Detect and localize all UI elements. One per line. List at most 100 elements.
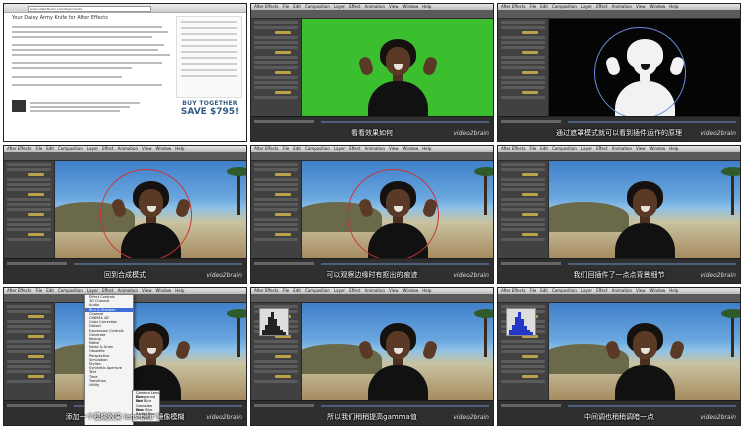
- menu-item-1[interactable]: File: [529, 146, 536, 151]
- menu-item-3[interactable]: Composition: [552, 4, 577, 9]
- levels-histogram[interactable]: [259, 308, 289, 336]
- menu-item-5[interactable]: Effect: [102, 288, 114, 293]
- menu-item-5[interactable]: Effect: [102, 146, 114, 151]
- menu-item-3[interactable]: Composition: [305, 146, 330, 151]
- menu-item-5[interactable]: Effect: [596, 288, 608, 293]
- menu-item-2[interactable]: Edit: [293, 288, 301, 293]
- menu-item-2[interactable]: Edit: [46, 146, 54, 151]
- composition-viewer[interactable]: [549, 303, 740, 401]
- layer-duration-bar[interactable]: [568, 121, 736, 123]
- menu-item-5[interactable]: Effect: [596, 4, 608, 9]
- address-bar[interactable]: www.video2brain.com/de/products: [28, 6, 151, 12]
- menu-item-6[interactable]: Animation: [365, 288, 385, 293]
- menu-item-5[interactable]: Effect: [349, 4, 361, 9]
- menu-item-9[interactable]: Help: [669, 288, 678, 293]
- menu-item-1[interactable]: File: [35, 146, 42, 151]
- layer-duration-bar[interactable]: [321, 121, 489, 123]
- menu-item-9[interactable]: Help: [422, 288, 431, 293]
- effect-controls-panel[interactable]: [251, 19, 302, 117]
- menu-item-2[interactable]: Edit: [540, 288, 548, 293]
- menu-item-6[interactable]: Animation: [365, 146, 385, 151]
- menu-item-7[interactable]: View: [142, 146, 152, 151]
- composition-viewer[interactable]: [549, 161, 740, 259]
- menu-item-6[interactable]: Animation: [612, 146, 632, 151]
- menu-item-7[interactable]: View: [389, 4, 399, 9]
- menu-item-7[interactable]: View: [636, 4, 646, 9]
- effect-menu-item[interactable]: Utility: [85, 383, 133, 387]
- menu-item-8[interactable]: Window: [156, 146, 172, 151]
- tools-toolbar[interactable]: [251, 294, 493, 309]
- menu-item-3[interactable]: Composition: [305, 288, 330, 293]
- menu-item-3[interactable]: Composition: [552, 288, 577, 293]
- menu-item-1[interactable]: File: [282, 146, 289, 151]
- tools-toolbar[interactable]: [251, 152, 493, 167]
- layer-duration-bar[interactable]: [74, 263, 242, 265]
- layer-duration-bar[interactable]: [321, 263, 489, 265]
- menu-item-0[interactable]: After Effects: [254, 4, 278, 9]
- effect-menu[interactable]: Effect Controls 3D Channel Audio Blur & Sha…: [84, 294, 134, 425]
- menu-item-8[interactable]: Window: [403, 146, 419, 151]
- menu-item-0[interactable]: After Effects: [254, 288, 278, 293]
- menu-item-8[interactable]: Window: [403, 4, 419, 9]
- menu-item-2[interactable]: Edit: [293, 4, 301, 9]
- mask-outline[interactable]: [594, 27, 686, 117]
- menu-item-6[interactable]: Animation: [118, 146, 138, 151]
- menu-item-0[interactable]: After Effects: [7, 146, 31, 151]
- effect-controls-panel[interactable]: [498, 161, 549, 259]
- buy-together-banner[interactable]: BUY TOGETHER SAVE $795!: [176, 100, 244, 117]
- layer-duration-bar[interactable]: [321, 405, 489, 407]
- product-thumbnail[interactable]: [12, 100, 26, 112]
- tools-toolbar[interactable]: [498, 294, 740, 309]
- menu-item-1[interactable]: File: [529, 288, 536, 293]
- menu-item-0[interactable]: After Effects: [501, 288, 525, 293]
- levels-histogram[interactable]: [506, 308, 536, 336]
- menu-item-8[interactable]: Window: [650, 288, 666, 293]
- menu-item-4[interactable]: Layer: [87, 288, 98, 293]
- menu-item-5[interactable]: Effect: [349, 146, 361, 151]
- effect-controls-panel[interactable]: [251, 161, 302, 259]
- menu-item-5[interactable]: Effect: [596, 146, 608, 151]
- mask-outline[interactable]: [100, 169, 192, 259]
- menu-item-8[interactable]: Window: [403, 288, 419, 293]
- layer-duration-bar[interactable]: [568, 405, 736, 407]
- menu-item-3[interactable]: Composition: [552, 146, 577, 151]
- menu-item-6[interactable]: Animation: [365, 4, 385, 9]
- tools-toolbar[interactable]: [498, 10, 740, 25]
- tools-toolbar[interactable]: [251, 10, 493, 25]
- composition-viewer[interactable]: [302, 161, 493, 259]
- menu-item-6[interactable]: Animation: [118, 288, 138, 293]
- tools-toolbar[interactable]: [498, 152, 740, 167]
- menu-item-0[interactable]: After Effects: [501, 146, 525, 151]
- menu-item-7[interactable]: View: [636, 146, 646, 151]
- menu-item-1[interactable]: File: [35, 288, 42, 293]
- menu-item-4[interactable]: Layer: [581, 146, 592, 151]
- composition-viewer[interactable]: [55, 161, 246, 259]
- menu-item-5[interactable]: Effect: [349, 288, 361, 293]
- menu-item-2[interactable]: Edit: [46, 288, 54, 293]
- sidebar-links[interactable]: [176, 16, 242, 98]
- menu-item-7[interactable]: View: [142, 288, 152, 293]
- menu-item-4[interactable]: Layer: [334, 288, 345, 293]
- menu-item-2[interactable]: Edit: [540, 4, 548, 9]
- menu-item-9[interactable]: Help: [669, 146, 678, 151]
- menu-item-7[interactable]: View: [636, 288, 646, 293]
- menu-item-8[interactable]: Window: [156, 288, 172, 293]
- menu-item-4[interactable]: Layer: [581, 288, 592, 293]
- effect-controls-panel[interactable]: [498, 19, 549, 117]
- menu-item-1[interactable]: File: [529, 4, 536, 9]
- menu-item-3[interactable]: Composition: [305, 4, 330, 9]
- menu-item-0[interactable]: After Effects: [501, 4, 525, 9]
- menu-item-4[interactable]: Layer: [581, 4, 592, 9]
- menu-item-7[interactable]: View: [389, 288, 399, 293]
- effect-controls-panel[interactable]: [4, 161, 55, 259]
- menu-item-9[interactable]: Help: [175, 146, 184, 151]
- menu-item-4[interactable]: Layer: [334, 146, 345, 151]
- menu-item-9[interactable]: Help: [669, 4, 678, 9]
- composition-viewer[interactable]: [302, 19, 493, 117]
- menu-item-3[interactable]: Composition: [58, 288, 83, 293]
- menu-item-8[interactable]: Window: [650, 146, 666, 151]
- menu-item-0[interactable]: After Effects: [254, 146, 278, 151]
- menu-item-9[interactable]: Help: [422, 4, 431, 9]
- menu-item-9[interactable]: Help: [175, 288, 184, 293]
- menu-item-9[interactable]: Help: [422, 146, 431, 151]
